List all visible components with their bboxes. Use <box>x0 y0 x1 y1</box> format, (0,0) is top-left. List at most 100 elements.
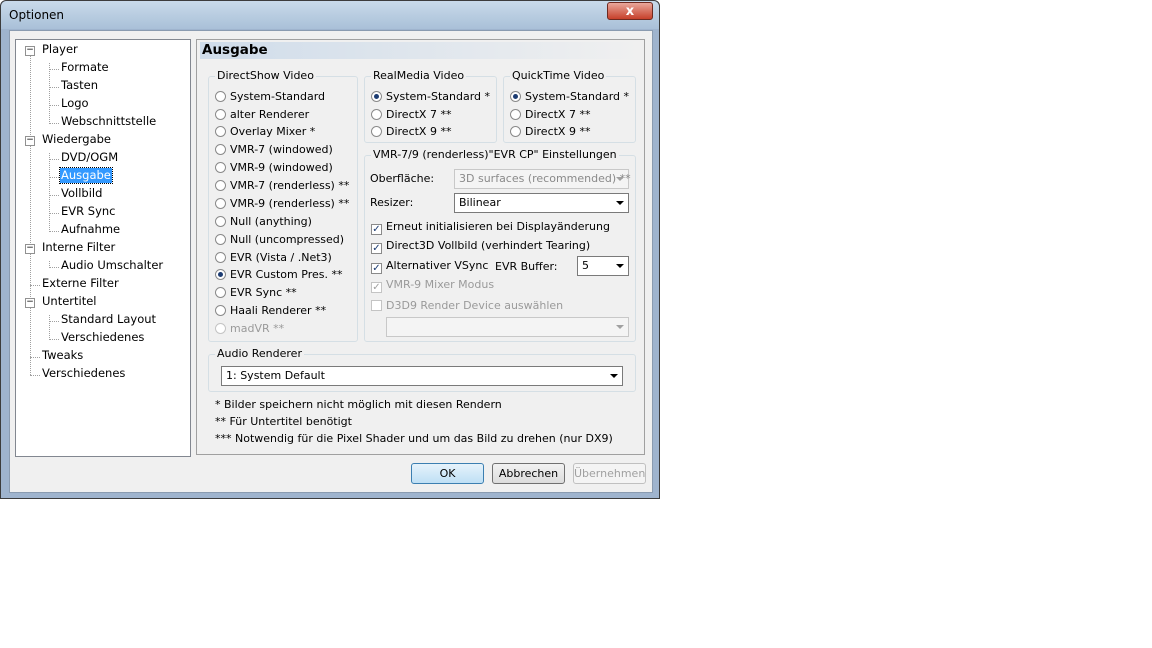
tree-item-verschiedenes-sub[interactable]: Verschiedenes <box>60 330 145 345</box>
d3d9-device-combo <box>386 317 629 337</box>
title-bar[interactable]: Optionen x <box>1 1 659 29</box>
audio-renderer-combo[interactable]: 1: System Default <box>221 366 623 386</box>
tree-item-verschiedenes[interactable]: Verschiedenes <box>41 366 126 381</box>
tree-item-interne-filter[interactable]: Interne Filter <box>41 240 116 255</box>
chevron-down-icon <box>616 325 624 329</box>
tree-line <box>30 357 40 358</box>
tree-item-aufnahme[interactable]: Aufnahme <box>60 222 121 237</box>
tree-line <box>49 153 50 230</box>
realmedia-group: RealMedia Video System-Standard * Direct… <box>364 69 497 143</box>
rm-option-directx9[interactable]: DirectX 9 ** <box>371 125 451 139</box>
radio-icon <box>215 162 226 173</box>
tree-line <box>49 213 59 214</box>
ds-option-evr-custom[interactable]: EVR Custom Pres. ** <box>215 268 342 282</box>
footnote-1: * Bilder speichern nicht möglich mit die… <box>215 398 502 411</box>
directshow-legend: DirectShow Video <box>215 69 316 82</box>
footnote-3: *** Notwendig für die Pixel Shader und u… <box>215 432 613 445</box>
tree-item-webschnittstelle[interactable]: Webschnittstelle <box>60 114 157 129</box>
options-dialog: Optionen x − − − − Player Formate Tasten… <box>0 0 660 499</box>
tree-line <box>49 261 50 266</box>
radio-icon <box>510 126 521 137</box>
tree-line <box>49 195 59 196</box>
ds-option-vmr7-windowed[interactable]: VMR-7 (windowed) <box>215 143 333 157</box>
expander-minus-icon[interactable]: − <box>25 244 35 254</box>
tree-item-audio-umschalter[interactable]: Audio Umschalter <box>60 258 164 273</box>
rm-option-directx7[interactable]: DirectX 7 ** <box>371 108 451 122</box>
radio-icon <box>215 216 226 227</box>
tree-line <box>49 69 59 70</box>
qt-option-directx7[interactable]: DirectX 7 ** <box>510 108 590 122</box>
tree-item-untertitel[interactable]: Untertitel <box>41 294 98 309</box>
quicktime-legend: QuickTime Video <box>510 69 607 82</box>
cancel-button[interactable]: Abbrechen <box>492 463 565 484</box>
ds-option-evr[interactable]: EVR (Vista / .Net3) <box>215 251 332 265</box>
ds-option-null-anything[interactable]: Null (anything) <box>215 215 312 229</box>
tree-item-wiedergabe[interactable]: Wiedergabe <box>41 132 112 147</box>
tree-item-player[interactable]: Player <box>41 42 79 57</box>
tree-line <box>49 177 59 178</box>
ds-option-vmr7-renderless[interactable]: VMR-7 (renderless) ** <box>215 179 349 193</box>
tree-line <box>30 285 40 286</box>
ds-option-haali[interactable]: Haali Renderer ** <box>215 304 326 318</box>
radio-icon <box>215 234 226 245</box>
check-alt-vsync[interactable]: ✓ Alternativer VSync <box>371 259 488 274</box>
tree-item-tasten[interactable]: Tasten <box>60 78 99 93</box>
ds-option-alter-renderer[interactable]: alter Renderer <box>215 108 309 122</box>
checkbox-icon <box>371 300 382 311</box>
chevron-down-icon <box>616 201 624 205</box>
tree-item-ausgabe[interactable]: Ausgabe <box>59 167 113 184</box>
page-title: Ausgabe <box>200 42 641 59</box>
tree-item-standard-layout[interactable]: Standard Layout <box>60 312 157 327</box>
tree-item-evr-sync[interactable]: EVR Sync <box>60 204 117 219</box>
ds-option-overlay-mixer[interactable]: Overlay Mixer * <box>215 125 315 139</box>
apply-button: Übernehmen <box>573 463 646 484</box>
checkbox-checked-icon: ✓ <box>371 282 382 293</box>
dialog-client: − − − − Player Formate Tasten Logo Websc… <box>9 30 653 493</box>
tree-line <box>30 51 31 305</box>
check-d3d9-device: D3D9 Render Device auswählen <box>371 299 563 313</box>
radio-icon <box>371 109 382 120</box>
checkbox-checked-icon: ✓ <box>371 263 382 274</box>
radio-icon <box>215 198 226 209</box>
directshow-group: DirectShow Video System-Standard alter R… <box>208 69 358 342</box>
rm-option-system-standard[interactable]: System-Standard * <box>371 90 490 104</box>
tree-item-tweaks[interactable]: Tweaks <box>41 348 84 363</box>
window-title: Optionen <box>9 8 65 22</box>
evr-buffer-combo[interactable]: 5 <box>577 256 629 276</box>
surface-combo: 3D surfaces (recommended) ** <box>454 169 631 189</box>
chevron-down-icon <box>616 177 624 181</box>
chevron-down-icon <box>610 374 618 378</box>
ds-option-null-uncompressed[interactable]: Null (uncompressed) <box>215 233 344 247</box>
check-reinit[interactable]: ✓ Erneut initialisieren bei Displayänderu… <box>371 220 610 235</box>
tree-line <box>49 321 59 322</box>
options-tree[interactable]: − − − − Player Formate Tasten Logo Websc… <box>15 39 191 457</box>
radio-icon <box>215 323 226 334</box>
close-button[interactable]: x <box>607 2 653 20</box>
tree-line <box>49 159 59 160</box>
expander-minus-icon[interactable]: − <box>25 46 35 56</box>
qt-option-system-standard[interactable]: System-Standard * <box>510 90 629 104</box>
tree-line <box>49 267 59 268</box>
tree-line <box>49 87 59 88</box>
ds-option-system-standard[interactable]: System-Standard <box>215 90 325 104</box>
ok-button[interactable]: OK <box>411 463 484 484</box>
tree-item-vollbild[interactable]: Vollbild <box>60 186 103 201</box>
radio-icon <box>215 109 226 120</box>
tree-item-dvd-ogm[interactable]: DVD/OGM <box>60 150 119 165</box>
ds-option-vmr9-renderless[interactable]: VMR-9 (renderless) ** <box>215 197 349 211</box>
tree-item-externe-filter[interactable]: Externe Filter <box>41 276 120 291</box>
checkbox-checked-icon: ✓ <box>371 243 382 254</box>
radio-icon <box>215 126 226 137</box>
radio-icon <box>215 144 226 155</box>
ds-option-vmr9-windowed[interactable]: VMR-9 (windowed) <box>215 161 333 175</box>
ds-option-evr-sync[interactable]: EVR Sync ** <box>215 286 297 300</box>
tree-line <box>30 305 31 375</box>
expander-minus-icon[interactable]: − <box>25 136 35 146</box>
check-d3d-fullscreen[interactable]: ✓ Direct3D Vollbild (verhindert Tearing) <box>371 239 590 254</box>
tree-item-logo[interactable]: Logo <box>60 96 90 111</box>
radio-icon <box>215 91 226 102</box>
tree-item-formate[interactable]: Formate <box>60 60 110 75</box>
expander-minus-icon[interactable]: − <box>25 298 35 308</box>
qt-option-directx9[interactable]: DirectX 9 ** <box>510 125 590 139</box>
resizer-combo[interactable]: Bilinear <box>454 193 629 213</box>
